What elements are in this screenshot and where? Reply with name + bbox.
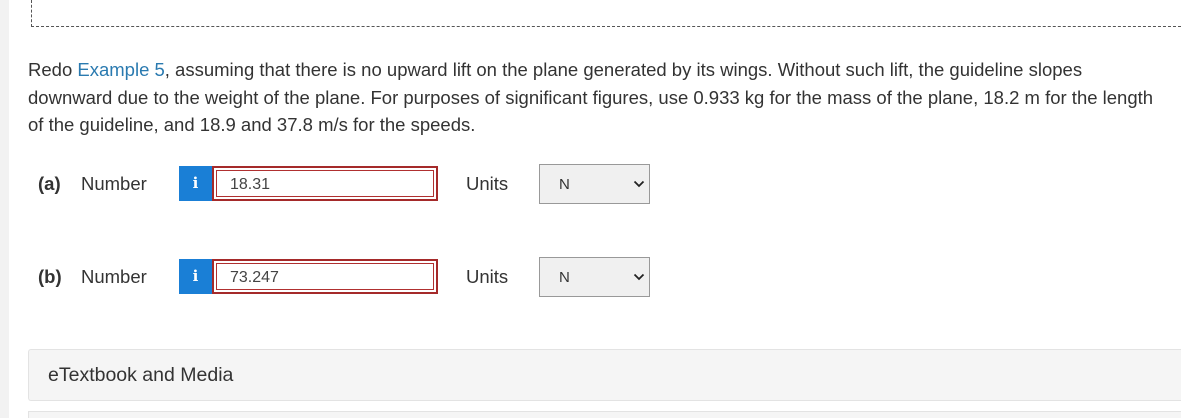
- info-icon[interactable]: i: [179, 259, 212, 294]
- etextbook-label: eTextbook and Media: [48, 364, 234, 386]
- question-prefix: Redo: [28, 59, 78, 80]
- chevron-down-icon: [633, 180, 645, 188]
- part-a-row: (a) Number i 18.31 Units N: [38, 164, 658, 204]
- part-label: (a): [38, 173, 61, 194]
- answer-input[interactable]: 18.31: [212, 166, 438, 201]
- left-rail: [0, 0, 9, 418]
- answer-value[interactable]: 73.247: [216, 263, 434, 290]
- answer-value[interactable]: 18.31: [216, 170, 434, 197]
- example-link[interactable]: Example 5: [77, 59, 164, 80]
- part-label: (b): [38, 266, 62, 287]
- previous-section-border: [31, 0, 1181, 27]
- units-selected-value: N: [559, 269, 570, 286]
- info-icon[interactable]: i: [179, 166, 212, 201]
- chevron-down-icon: [633, 273, 645, 281]
- question-text: Redo Example 5, assuming that there is n…: [28, 56, 1168, 139]
- next-panel-edge: [28, 411, 1181, 418]
- part-b-row: (b) Number i 73.247 Units N: [38, 257, 658, 297]
- units-selected-value: N: [559, 176, 570, 193]
- units-label: Units: [466, 173, 509, 194]
- etextbook-media-panel[interactable]: eTextbook and Media: [28, 349, 1181, 401]
- units-select[interactable]: N: [539, 257, 650, 297]
- number-label: Number: [81, 266, 147, 287]
- number-label: Number: [81, 173, 147, 194]
- answer-input[interactable]: 73.247: [212, 259, 438, 294]
- question-suffix: , assuming that there is no upward lift …: [28, 59, 1154, 135]
- units-select[interactable]: N: [539, 164, 650, 204]
- units-label: Units: [466, 266, 509, 287]
- assignment-page: Redo Example 5, assuming that there is n…: [0, 0, 1181, 418]
